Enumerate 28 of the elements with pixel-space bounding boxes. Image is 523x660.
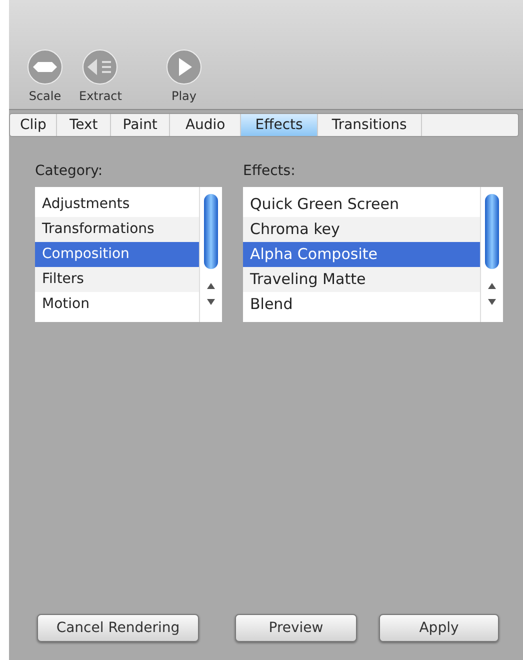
list-item[interactable]: Composition xyxy=(35,242,199,267)
list-item[interactable]: Alpha Composite xyxy=(243,242,480,267)
scroll-up-icon[interactable] xyxy=(487,281,497,291)
tab[interactable]: Effects xyxy=(241,114,318,136)
list-item[interactable]: Filters xyxy=(35,267,199,292)
toolbar-button[interactable]: Scale xyxy=(21,49,69,103)
scroll-down-icon[interactable] xyxy=(206,297,216,307)
list-item[interactable]: Chroma key xyxy=(243,217,480,242)
scroll-up-icon[interactable] xyxy=(206,281,216,291)
scroll-thumb[interactable] xyxy=(204,194,218,269)
list-label: Effects: xyxy=(243,163,296,179)
scroll-thumb[interactable] xyxy=(485,194,499,269)
play-icon xyxy=(164,49,204,85)
list-item[interactable]: Traveling Matte xyxy=(243,267,480,292)
tab[interactable]: Paint xyxy=(110,114,170,136)
scale-icon xyxy=(25,49,65,85)
list-label: Category: xyxy=(35,163,104,179)
extract-icon xyxy=(80,49,120,85)
tab[interactable]: Clip xyxy=(10,114,58,136)
scroll-down-icon[interactable] xyxy=(487,297,497,307)
list-item[interactable]: Transformations xyxy=(35,217,199,242)
tab[interactable]: Text xyxy=(57,114,111,136)
tab[interactable]: Transitions xyxy=(318,114,422,136)
toolbar-button[interactable]: Play xyxy=(160,49,208,103)
push-button[interactable]: Cancel Rendering xyxy=(37,614,199,642)
push-button[interactable]: Apply xyxy=(379,614,499,642)
push-button[interactable]: Preview xyxy=(235,614,357,642)
toolbar-button[interactable]: Extract xyxy=(75,49,126,103)
